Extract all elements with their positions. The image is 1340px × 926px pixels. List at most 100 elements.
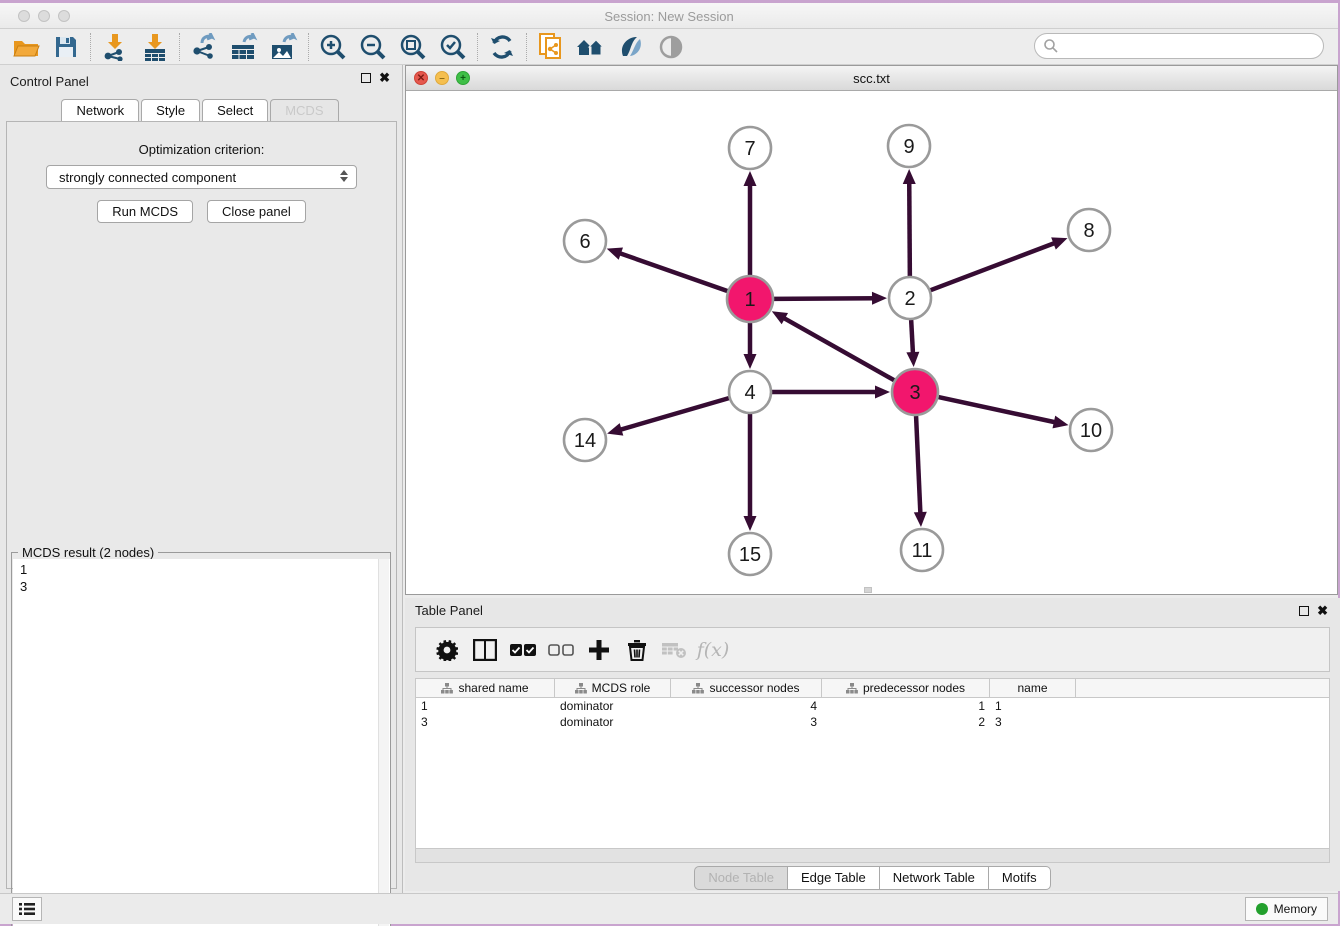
cell-successor-nodes[interactable]: 3: [671, 714, 822, 730]
refresh-icon[interactable]: [482, 31, 522, 63]
graph-node-4[interactable]: 4: [729, 371, 771, 413]
delete-table-icon[interactable]: [656, 632, 694, 668]
control-panel-title: Control Panel: [10, 74, 89, 89]
add-column-icon[interactable]: [580, 632, 618, 668]
network-view-title: scc.txt: [406, 71, 1337, 86]
graph-node-8[interactable]: 8: [1068, 209, 1110, 251]
search-input[interactable]: [1063, 39, 1323, 53]
show-hide-graphics-icon[interactable]: [651, 31, 691, 63]
graph-node-14[interactable]: 14: [564, 419, 606, 461]
tab-network-table[interactable]: Network Table: [879, 866, 988, 890]
network-canvas[interactable]: 7 9 6 8 1 2 4 3 14 10 15 11: [406, 91, 1337, 594]
deselect-all-checkboxes-icon[interactable]: [542, 632, 580, 668]
graph-node-9[interactable]: 9: [888, 125, 930, 167]
cell-shared-name[interactable]: 1: [416, 698, 555, 714]
table-row[interactable]: 1 dominator 4 1 1: [416, 698, 1329, 714]
tab-network[interactable]: Network: [61, 99, 139, 122]
zoom-fit-icon[interactable]: [393, 31, 433, 63]
control-panel-tabs: Network Style Select MCDS: [0, 99, 402, 122]
home-layout-icon[interactable]: [571, 31, 611, 63]
cell-predecessor-nodes[interactable]: 2: [822, 714, 990, 730]
graph-node-1[interactable]: 1: [727, 276, 773, 322]
cell-successor-nodes[interactable]: 4: [671, 698, 822, 714]
graph-edge-2-9[interactable]: [909, 178, 910, 276]
split-panel-icon[interactable]: [466, 632, 504, 668]
toolbar-separator: [308, 33, 309, 61]
graph-node-2[interactable]: 2: [889, 277, 931, 319]
table-horizontal-scrollbar[interactable]: [415, 848, 1330, 863]
search-box[interactable]: [1034, 33, 1324, 59]
close-panel-icon[interactable]: ✖: [379, 73, 390, 83]
network-window-titlebar[interactable]: ✕ – + scc.txt: [406, 66, 1337, 91]
graph-edge-4-14[interactable]: [616, 398, 729, 431]
delete-column-icon[interactable]: [618, 632, 656, 668]
graph-edge-3-11[interactable]: [916, 416, 921, 518]
cell-mcds-role[interactable]: dominator: [555, 698, 671, 714]
tab-motifs[interactable]: Motifs: [988, 866, 1051, 890]
result-scrollbar[interactable]: [378, 559, 389, 926]
column-header-successor-nodes[interactable]: successor nodes: [671, 679, 822, 697]
close-panel-button[interactable]: Close panel: [207, 200, 306, 223]
graph-edge-1-6[interactable]: [615, 252, 727, 291]
tab-select[interactable]: Select: [202, 99, 268, 122]
select-all-checkboxes-icon[interactable]: [504, 632, 542, 668]
import-network-icon[interactable]: [95, 31, 135, 63]
column-header-mcds-role[interactable]: MCDS role: [555, 679, 671, 697]
edge-arrowhead-icon: [875, 386, 890, 399]
close-table-panel-icon[interactable]: ✖: [1317, 606, 1328, 616]
tab-node-table[interactable]: Node Table: [694, 866, 787, 890]
view-resize-handle[interactable]: [864, 587, 872, 593]
cell-predecessor-nodes[interactable]: 1: [822, 698, 990, 714]
table-panel-title: Table Panel: [415, 603, 483, 618]
float-table-panel-icon[interactable]: [1299, 606, 1309, 616]
apply-style-icon[interactable]: [611, 31, 651, 63]
export-table-icon[interactable]: [224, 31, 264, 63]
criterion-dropdown[interactable]: strongly connected component: [46, 165, 357, 189]
table-row[interactable]: 3 dominator 3 2 3: [416, 714, 1329, 730]
graph-edge-3-10[interactable]: [938, 397, 1059, 423]
search-icon: [1043, 38, 1059, 54]
import-table-icon[interactable]: [135, 31, 175, 63]
mcds-result-text[interactable]: 1 3: [13, 559, 390, 926]
graph-node-6[interactable]: 6: [564, 220, 606, 262]
column-header-predecessor-nodes[interactable]: predecessor nodes: [822, 679, 990, 697]
open-session-icon[interactable]: [6, 31, 46, 63]
cell-name[interactable]: 1: [990, 698, 1076, 714]
run-mcds-button[interactable]: Run MCDS: [97, 200, 193, 223]
cell-mcds-role[interactable]: dominator: [555, 714, 671, 730]
export-network-icon[interactable]: [184, 31, 224, 63]
cell-shared-name[interactable]: 3: [416, 714, 555, 730]
column-header-shared-name[interactable]: shared name: [416, 679, 555, 697]
svg-text:15: 15: [739, 544, 761, 566]
graph-node-7[interactable]: 7: [729, 127, 771, 169]
export-image-icon[interactable]: [264, 31, 304, 63]
column-header-name[interactable]: name: [990, 679, 1076, 697]
float-panel-icon[interactable]: [361, 73, 371, 83]
tab-mcds[interactable]: MCDS: [270, 99, 338, 122]
graph-edge-2-8[interactable]: [931, 241, 1060, 290]
result-line: 3: [20, 578, 390, 595]
clone-network-icon[interactable]: [531, 31, 571, 63]
memory-button[interactable]: Memory: [1245, 897, 1328, 921]
result-line: 1: [20, 561, 390, 578]
hierarchy-icon: [846, 683, 858, 694]
save-session-icon[interactable]: [46, 31, 86, 63]
graph-node-10[interactable]: 10: [1070, 409, 1112, 451]
edge-arrowhead-icon: [906, 352, 919, 367]
window-titlebar: Session: New Session: [0, 3, 1338, 29]
table-settings-icon[interactable]: [428, 632, 466, 668]
graph-node-11[interactable]: 11: [901, 529, 943, 571]
hierarchy-icon: [692, 683, 704, 694]
tab-style[interactable]: Style: [141, 99, 200, 122]
graph-node-15[interactable]: 15: [729, 533, 771, 575]
zoom-in-icon[interactable]: [313, 31, 353, 63]
cell-name[interactable]: 3: [990, 714, 1076, 730]
task-history-button[interactable]: [12, 897, 42, 921]
graph-edge-1-2[interactable]: [774, 298, 878, 299]
zoom-out-icon[interactable]: [353, 31, 393, 63]
tab-edge-table[interactable]: Edge Table: [787, 866, 879, 890]
svg-text:9: 9: [903, 136, 914, 158]
graph-edge-3-1[interactable]: [780, 316, 894, 381]
graph-node-3[interactable]: 3: [892, 369, 938, 415]
zoom-selected-icon[interactable]: [433, 31, 473, 63]
